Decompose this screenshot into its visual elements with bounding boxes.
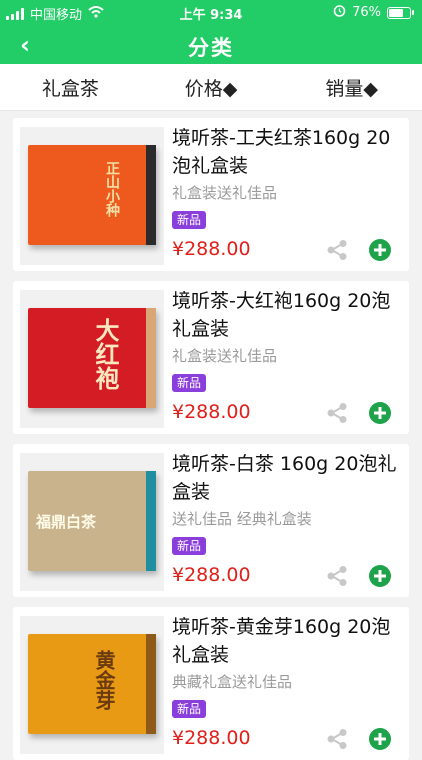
add-to-cart-button[interactable] <box>368 238 392 262</box>
share-icon[interactable] <box>325 564 349 588</box>
add-to-cart-button[interactable] <box>368 564 392 588</box>
gift-box-image: 正山小种 <box>28 145 156 245</box>
product-image[interactable]: 福鼎白茶 <box>20 453 164 591</box>
box-edge <box>146 634 156 734</box>
new-badge: 新品 <box>172 211 207 229</box>
sort-bar: 礼盒茶 价格◆ 销量◆ <box>0 64 422 111</box>
alarm-icon <box>333 4 346 21</box>
product-name[interactable]: 境听茶-黄金芽160g 20泡礼盒装 <box>172 613 404 669</box>
new-badge: 新品 <box>172 537 207 555</box>
plus-circle-icon <box>369 728 391 750</box>
product-card[interactable]: 大红袍 境听茶-大红袍160g 20泡礼盒装 礼盒装送礼佳品 新品 ¥288.0… <box>13 281 409 434</box>
product-card[interactable]: 正山小种 境听茶-工夫红茶160g 20泡礼盒装 礼盒装送礼佳品 新品 ¥288… <box>13 118 409 271</box>
status-right: 76% <box>333 4 414 21</box>
plus-circle-icon <box>369 239 391 261</box>
battery-percent: 76% <box>352 5 381 20</box>
sort-tab-sales[interactable]: 销量◆ <box>281 64 422 110</box>
gift-box-image: 大红袍 <box>28 308 156 408</box>
page-title: 分类 <box>188 36 234 60</box>
box-calligraphy: 正山小种 <box>104 161 120 217</box>
product-description: 典藏礼盒送礼佳品 <box>172 673 293 691</box>
product-image[interactable]: 黄金芽 <box>20 616 164 754</box>
product-price: ¥288.00 <box>172 564 251 586</box>
box-calligraphy: 福鼎白茶 <box>36 513 97 531</box>
sort-tab-gift-box[interactable]: 礼盒茶 <box>0 64 141 110</box>
gift-box-image: 福鼎白茶 <box>28 471 156 571</box>
gift-box-image: 黄金芽 <box>28 634 156 734</box>
product-price: ¥288.00 <box>172 238 251 260</box>
nav-bar: ‹ 分类 <box>0 26 422 64</box>
box-calligraphy: 大红袍 <box>91 318 120 390</box>
box-edge <box>146 471 156 571</box>
box-edge <box>146 308 156 408</box>
product-card[interactable]: 福鼎白茶 境听茶-白茶 160g 20泡礼盒装 送礼佳品 经典礼盒装 新品 ¥2… <box>13 444 409 597</box>
plus-circle-icon <box>369 565 391 587</box>
plus-circle-icon <box>369 402 391 424</box>
new-badge: 新品 <box>172 374 207 392</box>
add-to-cart-button[interactable] <box>368 727 392 751</box>
product-card[interactable]: 黄金芽 境听茶-黄金芽160g 20泡礼盒装 典藏礼盒送礼佳品 新品 ¥288.… <box>13 607 409 760</box>
product-name[interactable]: 境听茶-工夫红茶160g 20泡礼盒装 <box>172 124 404 180</box>
product-description: 礼盒装送礼佳品 <box>172 184 278 202</box>
share-icon[interactable] <box>325 727 349 751</box>
box-edge <box>146 145 156 245</box>
share-icon[interactable] <box>325 401 349 425</box>
product-description: 礼盒装送礼佳品 <box>172 347 278 365</box>
share-icon[interactable] <box>325 238 349 262</box>
product-name[interactable]: 境听茶-白茶 160g 20泡礼盒装 <box>172 450 404 506</box>
product-image[interactable]: 大红袍 <box>20 290 164 428</box>
product-image[interactable]: 正山小种 <box>20 127 164 265</box>
product-price: ¥288.00 <box>172 727 251 749</box>
box-calligraphy: 黄金芽 <box>92 650 116 710</box>
sort-tab-price[interactable]: 价格◆ <box>141 64 282 110</box>
add-to-cart-button[interactable] <box>368 401 392 425</box>
product-name[interactable]: 境听茶-大红袍160g 20泡礼盒装 <box>172 287 404 343</box>
product-description: 送礼佳品 经典礼盒装 <box>172 510 312 528</box>
status-bar: 中国移动 上午 9:34 76% <box>0 0 422 26</box>
battery-icon <box>387 6 414 19</box>
new-badge: 新品 <box>172 700 207 718</box>
product-price: ¥288.00 <box>172 401 251 423</box>
